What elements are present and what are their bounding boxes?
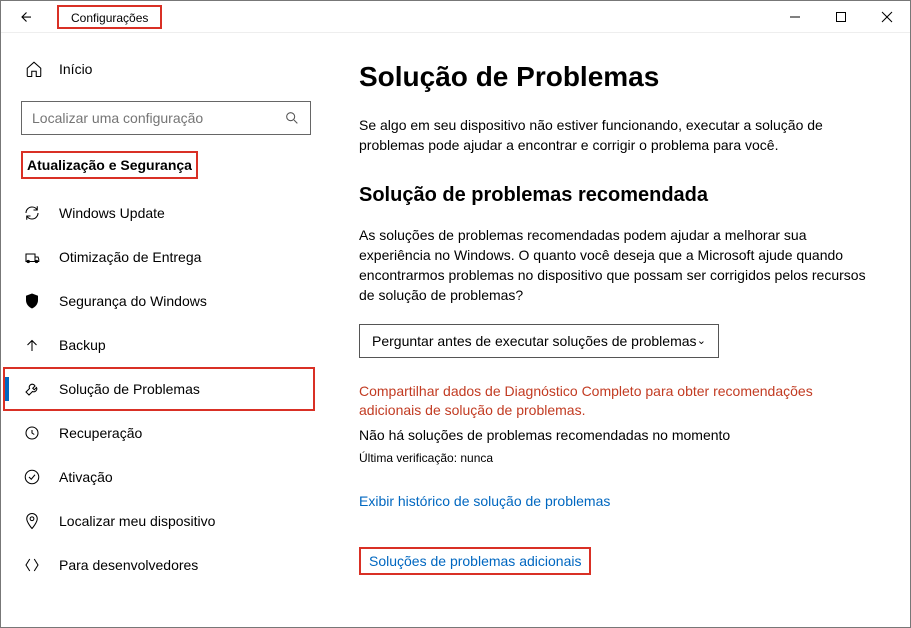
main-content: Solução de Problemas Se algo em seu disp… (331, 33, 910, 627)
content-area: Início Atualização e Segurança Windows U… (1, 33, 910, 627)
troubleshoot-mode-select[interactable]: Perguntar antes de executar soluções de … (359, 324, 719, 358)
nav-item-backup[interactable]: Backup (1, 323, 331, 367)
last-check-text: Última verificação: nunca (359, 451, 870, 465)
titlebar: Configurações (1, 1, 910, 33)
minimize-button[interactable] (772, 1, 818, 33)
section-title: Solução de problemas recomendada (359, 184, 870, 207)
sidebar: Início Atualização e Segurança Windows U… (1, 33, 331, 627)
nav-item-label: Segurança do Windows (59, 293, 207, 309)
check-circle-icon (23, 468, 41, 486)
recovery-icon (23, 424, 41, 442)
wrench-icon (23, 380, 41, 398)
nav-item-label: Recuperação (59, 425, 142, 441)
nav-item-label: Localizar meu dispositivo (59, 513, 215, 529)
home-label: Início (59, 61, 92, 77)
select-value: Perguntar antes de executar soluções de … (372, 333, 697, 349)
page-title: Solução de Problemas (359, 61, 870, 93)
section-desc: As soluções de problemas recomendadas po… (359, 225, 870, 306)
chevron-down-icon: ⌄ (697, 334, 706, 347)
nav-item-label: Solução de Problemas (59, 381, 200, 397)
nav-item-activation[interactable]: Ativação (1, 455, 331, 499)
back-button[interactable] (1, 1, 49, 33)
location-icon (23, 512, 41, 530)
nav-item-label: Windows Update (59, 205, 165, 221)
nav-item-find-device[interactable]: Localizar meu dispositivo (1, 499, 331, 543)
intro-text: Se algo em seu dispositivo não estiver f… (359, 115, 870, 156)
nav-item-label: Ativação (59, 469, 113, 485)
shield-icon (23, 292, 41, 310)
nav-item-recovery[interactable]: Recuperação (1, 411, 331, 455)
nav-item-label: Para desenvolvedores (59, 557, 198, 573)
search-icon (284, 110, 300, 126)
search-box[interactable] (21, 101, 311, 135)
backup-arrow-up-icon (23, 336, 41, 354)
arrow-left-icon (16, 8, 34, 26)
sync-icon (23, 204, 41, 222)
nav-item-troubleshoot[interactable]: Solução de Problemas (5, 369, 313, 409)
maximize-button[interactable] (818, 1, 864, 33)
window-title: Configurações (67, 9, 152, 27)
status-text: Não há soluções de problemas recomendada… (359, 427, 870, 443)
additional-troubleshooters-link[interactable]: Soluções de problemas adicionais (369, 553, 581, 569)
minimize-icon (789, 11, 801, 23)
nav-item-label: Backup (59, 337, 106, 353)
nav-item-developers[interactable]: Para desenvolvedores (1, 543, 331, 587)
close-button[interactable] (864, 1, 910, 33)
close-icon (881, 11, 893, 23)
search-input[interactable] (32, 110, 284, 126)
code-bracket-icon (23, 556, 41, 574)
history-link[interactable]: Exibir histórico de solução de problemas (359, 493, 870, 509)
maximize-icon (835, 11, 847, 23)
category-header: Atualização e Segurança (21, 151, 198, 179)
nav-item-delivery-optimization[interactable]: Otimização de Entrega (1, 235, 331, 279)
settings-window: Configurações Início (0, 0, 911, 628)
home-icon (25, 60, 43, 78)
delivery-icon (23, 248, 41, 266)
nav-item-windows-update[interactable]: Windows Update (1, 191, 331, 235)
home-button[interactable]: Início (1, 49, 331, 89)
window-controls (772, 1, 910, 33)
diagnostic-warning-link[interactable]: Compartilhar dados de Diagnóstico Comple… (359, 382, 859, 421)
nav-list: Windows Update Otimização de Entrega Seg… (1, 191, 331, 587)
nav-item-label: Otimização de Entrega (59, 249, 201, 265)
nav-item-windows-security[interactable]: Segurança do Windows (1, 279, 331, 323)
